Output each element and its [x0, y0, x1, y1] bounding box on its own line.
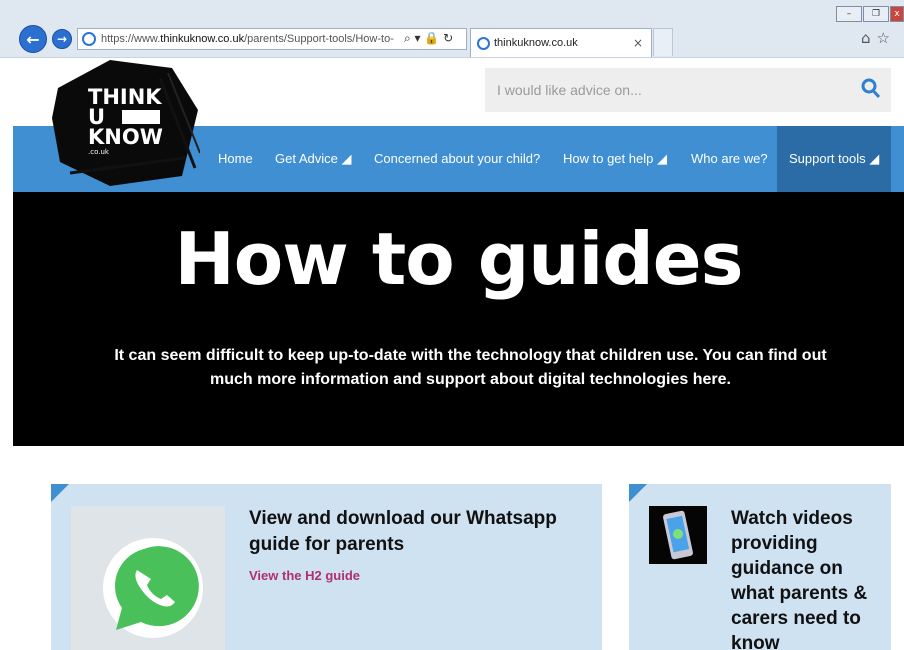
- nav-concerned[interactable]: Concerned about your child?: [374, 151, 540, 166]
- forward-arrow-icon: →: [56, 32, 68, 46]
- whatsapp-card-title: View and download our Whatsapp guide for…: [249, 508, 557, 555]
- whatsapp-thumbnail[interactable]: [71, 506, 225, 650]
- search-icon[interactable]: [861, 78, 881, 100]
- logo-know: KNOW: [88, 125, 163, 149]
- hero-banner: How to guides It can seem difficult to k…: [13, 192, 904, 446]
- videos-card-title: Watch videos providing guidance on what …: [731, 508, 868, 650]
- tab-favicon-icon: [477, 36, 490, 50]
- browser-tab[interactable]: thinkuknow.co.uk ×: [470, 28, 652, 57]
- ie-icon: [82, 32, 96, 46]
- home-favorites-icons[interactable]: ⌂☆: [861, 29, 896, 47]
- videos-card[interactable]: Watch videos providing guidance on what …: [629, 484, 891, 650]
- whatsapp-guide-card[interactable]: View and download our Whatsapp guide for…: [51, 484, 602, 650]
- nav-support-tools[interactable]: Support tools ◢: [789, 151, 879, 167]
- back-button[interactable]: ←: [19, 25, 47, 53]
- logo-couk: .co.uk: [88, 148, 110, 156]
- hero-description: It can seem difficult to keep up-to-date…: [114, 347, 827, 388]
- card-corner-marker: [51, 484, 69, 502]
- view-h2-guide-link[interactable]: View the H2 guide: [249, 568, 360, 583]
- close-window-button[interactable]: x: [890, 6, 904, 22]
- whatsapp-icon: [103, 538, 203, 638]
- nav-who-are-we[interactable]: Who are we?: [691, 151, 768, 166]
- page-title: How to guides: [174, 217, 744, 301]
- minimize-button[interactable]: –: [836, 6, 862, 22]
- phone-video-thumbnail[interactable]: [649, 506, 707, 564]
- phone-icon: [663, 510, 693, 560]
- back-arrow-icon: ←: [26, 29, 40, 49]
- search-box[interactable]: I would like advice on...: [485, 68, 891, 112]
- nav-get-advice[interactable]: Get Advice ◢: [275, 151, 351, 167]
- url-domain: thinkuknow.co.uk: [160, 33, 245, 45]
- url-prefix: https://www.: [101, 33, 161, 45]
- restore-button[interactable]: ❐: [863, 6, 889, 22]
- window-controls: – ❐ x: [836, 6, 904, 22]
- search-placeholder: I would like advice on...: [497, 82, 642, 98]
- forward-button[interactable]: →: [52, 29, 72, 49]
- url-path: /parents/Support-tools/How-to-: [244, 33, 394, 45]
- tab-title: thinkuknow.co.uk: [494, 37, 578, 49]
- nav-how-to-get-help[interactable]: How to get help ◢: [563, 151, 667, 167]
- nav-home[interactable]: Home: [218, 151, 253, 166]
- thinkuknow-logo[interactable]: THINK U KNOW .co.uk: [50, 58, 200, 186]
- browser-chrome: ← → https://www. thinkuknow.co.uk/parents…: [0, 0, 904, 58]
- address-bar-icons[interactable]: ⌕ ▾ 🔒 ↻: [404, 31, 453, 46]
- close-tab-icon[interactable]: ×: [633, 36, 643, 50]
- card-corner-marker: [629, 484, 647, 502]
- new-tab-button[interactable]: [653, 28, 673, 56]
